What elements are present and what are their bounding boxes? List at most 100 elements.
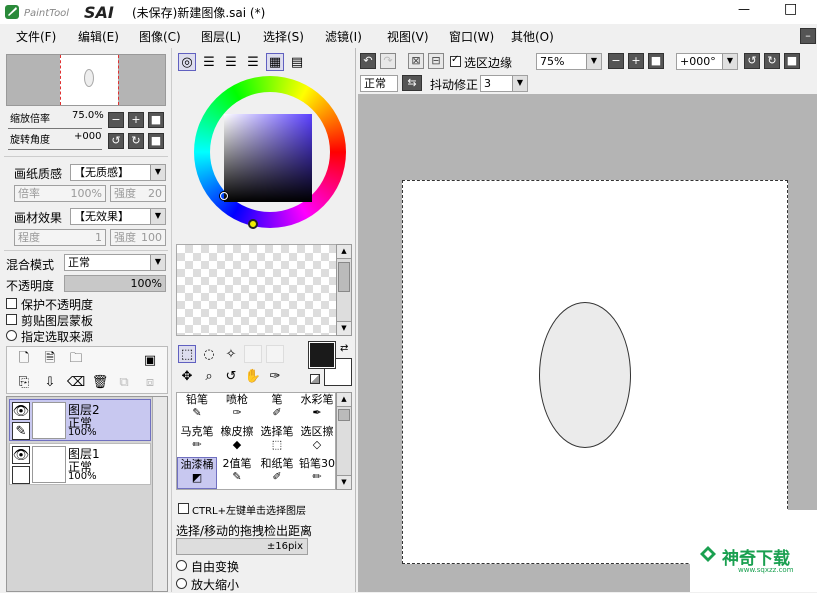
pen-icon[interactable]: ✎ [12,422,30,440]
transparent-color-icon[interactable] [310,374,320,384]
scroll-thumb[interactable] [338,262,350,292]
maximize-button[interactable]: □ [784,1,797,17]
merge-down-icon[interactable]: ⇩ [41,373,59,391]
tool-airbrush[interactable]: 喷枪 ✑ [217,393,257,425]
rotate-icon[interactable]: ↺ [222,367,240,385]
canvas-zoom-select[interactable]: 75% ▼ [536,53,602,70]
folder-icon[interactable]: 🗀 [67,351,85,369]
zoom-out-button[interactable]: − [108,112,124,128]
swatch-icon[interactable]: ▦ [266,53,284,71]
menu-select[interactable]: 选择(S) [263,28,304,45]
tool-select-eraser[interactable]: 选区擦 ◇ [297,425,337,457]
collapse-icon[interactable]: – [800,28,816,44]
deselect-icon[interactable]: ⊠ [408,53,424,69]
scroll-thumb[interactable] [338,409,350,421]
selection-edge-checkbox[interactable]: ✓ [450,54,461,67]
canvas-rotate-right-button[interactable]: ↻ [764,53,780,69]
layers-scrollbar[interactable] [152,397,167,591]
menu-image[interactable]: 图像(C) [139,28,181,45]
stabilizer-select[interactable]: 3 ▼ [480,75,528,92]
invert-selection-icon[interactable]: ⊟ [428,53,444,69]
scratch-pad[interactable] [176,244,340,336]
rect-select-icon[interactable]: ⬚ [178,345,196,363]
scroll-up-icon[interactable]: ▲ [337,245,351,259]
drag-distance-slider[interactable]: ±16pix [176,538,308,555]
minimize-button[interactable]: — [738,2,750,16]
zoom-reset-button[interactable]: ■ [148,112,164,128]
tool-marker[interactable]: 马克笔 ✏ [177,425,217,457]
scroll-down-icon[interactable]: ▼ [337,321,351,335]
menu-other[interactable]: 其他(O) [511,28,554,45]
rotate-left-button[interactable]: ↺ [108,133,124,149]
lasso-icon[interactable]: ◌ [200,345,218,363]
clip-mask-checkbox[interactable] [6,314,17,325]
canvas-document[interactable] [402,180,788,564]
tool-watercolor[interactable]: 水彩笔 ✒ [297,393,337,425]
scale-radio[interactable] [176,578,187,589]
rotate-reset-button[interactable]: ■ [148,133,164,149]
menu-file[interactable]: 文件(F) [16,28,56,45]
opacity-slider[interactable]: 100% [64,275,166,292]
zoom-in-button[interactable]: + [128,112,144,128]
flip-horizontal-icon[interactable]: ⇆ [402,75,422,91]
menu-window[interactable]: 窗口(W) [449,28,494,45]
tool-select-pen[interactable]: 选择笔 ⬚ [257,425,297,457]
rgb-slider-icon[interactable]: ☰ [200,53,218,71]
magic-wand-icon[interactable]: ✧ [222,345,240,363]
effect-select[interactable]: 【无效果】 ▼ [70,208,166,225]
tool-binary-pen[interactable]: 2值笔 ✎ [217,457,257,489]
swap-colors-icon[interactable]: ⇄ [340,343,348,354]
scratchpad-icon[interactable]: ▤ [288,53,306,71]
layer-row[interactable]: 👁 ✎ 图层2 正常 100% [9,399,151,441]
canvas-blend-select[interactable]: 正常 [360,75,398,92]
ctrl-select-checkbox[interactable] [178,503,189,514]
move-icon[interactable]: ✥ [178,367,196,385]
rotate-right-button[interactable]: ↻ [128,133,144,149]
color-sv-square[interactable] [224,114,312,202]
scroll-up-icon[interactable]: ▲ [337,393,351,407]
hsv-slider-icon[interactable]: ☰ [222,53,240,71]
tool-bucket[interactable]: 油漆桶 ◩ [177,457,217,489]
menu-edit[interactable]: 编辑(E) [78,28,119,45]
palette-icon[interactable]: ☰ [244,53,262,71]
protect-opacity-checkbox[interactable] [6,298,17,309]
copy-layer-icon[interactable]: ⎘ [15,373,33,391]
zoom-icon[interactable]: ⌕ [200,367,218,385]
canvas-zoom-in-button[interactable]: + [628,53,644,69]
color-wheel-icon[interactable]: ◎ [178,53,196,71]
menu-layer[interactable]: 图层(L) [201,28,241,45]
layer-row[interactable]: 👁 图层1 正常 100% [9,443,151,485]
zoom-slider[interactable] [8,123,102,129]
trash-icon[interactable]: 🗑 [91,373,109,391]
canvas-rotate-reset-button[interactable]: ■ [784,53,800,69]
canvas-rotate-left-button[interactable]: ↺ [744,53,760,69]
navigator-preview[interactable] [6,54,166,106]
clear-layer-icon[interactable]: ⌫ [67,373,85,391]
blend-select[interactable]: 正常 ▼ [64,254,166,271]
select-source-radio[interactable] [6,330,17,341]
menu-view[interactable]: 视图(V) [387,28,429,45]
menu-filter[interactable]: 滤镜(I) [325,28,362,45]
tool-brush[interactable]: 笔 ✐ [257,393,297,425]
mask-icon[interactable]: ▣ [141,351,159,369]
tool-washi-pen[interactable]: 和纸笔 ✐ [257,457,297,489]
canvas-zoom-reset-button[interactable]: ■ [648,53,664,69]
primary-color-swatch[interactable] [308,341,336,369]
hand-icon[interactable]: ✋ [244,367,262,385]
texture-select[interactable]: 【无质感】 ▼ [70,164,166,181]
free-transform-radio[interactable] [176,560,187,571]
new-layer-set-icon[interactable]: 🗎 [41,351,59,369]
brush-grid-scrollbar[interactable]: ▲ ▼ [336,392,352,490]
color-wheel[interactable] [194,76,346,229]
eye-icon[interactable]: 👁 [12,402,30,420]
canvas-rotate-select[interactable]: +000° ▼ [676,53,738,70]
scroll-down-icon[interactable]: ▼ [337,475,351,489]
canvas-zoom-out-button[interactable]: − [608,53,624,69]
tool-eraser[interactable]: 橡皮擦 ◆ [217,425,257,457]
eyedropper-icon[interactable]: ✑ [266,367,284,385]
scratch-pad-scrollbar[interactable]: ▲ ▼ [336,244,352,336]
new-layer-icon[interactable]: 🗋 [15,351,33,369]
rotate-slider[interactable] [8,144,102,150]
lock-icon[interactable] [12,466,30,484]
eye-icon[interactable]: 👁 [12,446,30,464]
